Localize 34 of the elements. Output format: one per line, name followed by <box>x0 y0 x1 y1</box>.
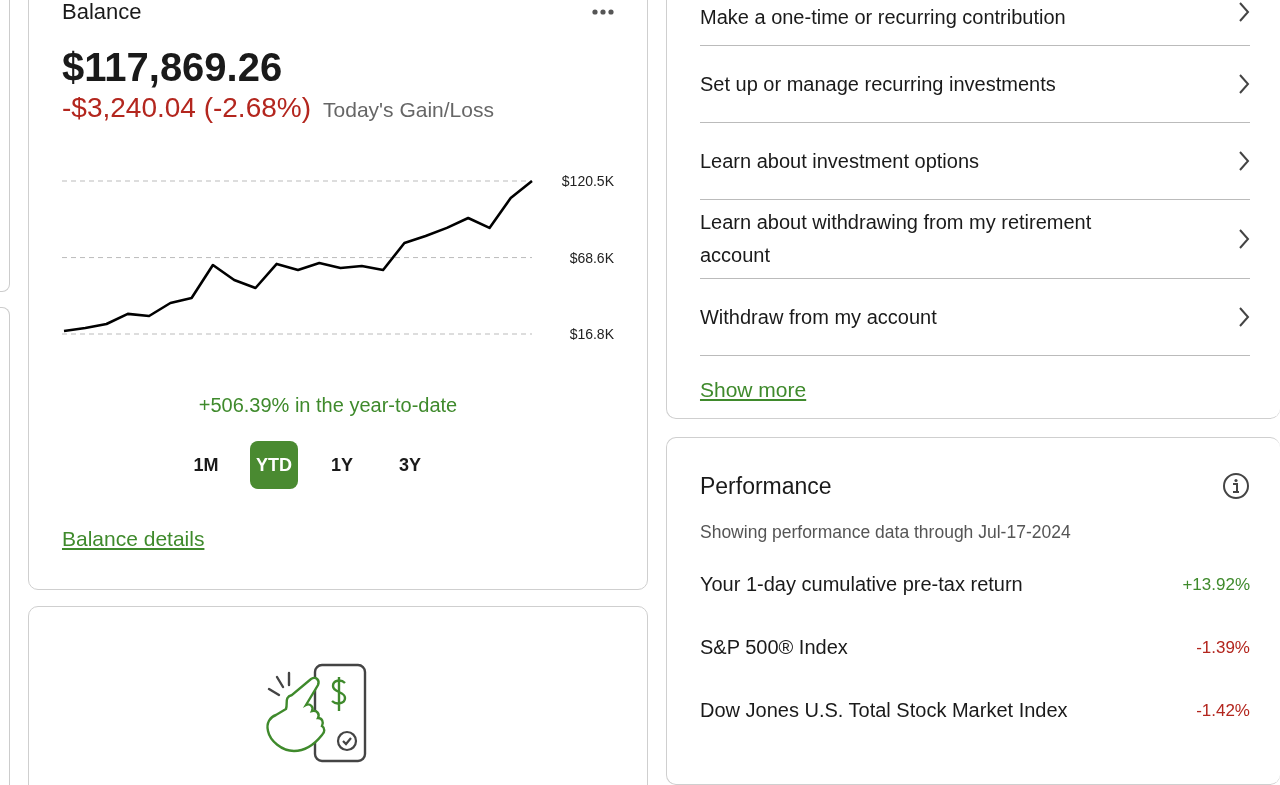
axis-label: $120.5K <box>561 173 614 189</box>
performance-label: S&P 500® Index <box>700 636 848 659</box>
action-item[interactable]: Set up or manage recurring investments <box>700 46 1250 123</box>
range-tab[interactable]: 1M <box>182 441 230 489</box>
performance-label: Your 1-day cumulative pre-tax return <box>700 573 1023 596</box>
card-title: Balance <box>62 0 142 25</box>
change-label: Today's Gain/Loss <box>323 98 494 122</box>
ytd-summary: +506.39% in the year-to-date <box>197 394 459 417</box>
action-item[interactable]: Learn about withdrawing from my retirement account <box>700 200 1250 279</box>
range-tab[interactable]: 3Y <box>386 441 434 489</box>
range-tab[interactable]: 1Y <box>318 441 366 489</box>
chevron-right-icon <box>1238 1 1250 23</box>
action-item[interactable]: Make a one-time or recurring contribution <box>700 0 1250 46</box>
show-more-link[interactable]: Show more <box>700 378 807 402</box>
info-icon[interactable] <box>1222 472 1250 500</box>
balance-details-link[interactable]: Balance details <box>62 527 205 551</box>
axis-label: $68.6K <box>569 249 614 266</box>
performance-value: -1.39% <box>1196 637 1250 658</box>
action-item[interactable]: Learn about investment options <box>700 123 1250 200</box>
axis-label: $16.8K <box>569 326 614 342</box>
chevron-right-icon <box>1238 306 1250 328</box>
range-tab[interactable]: YTD <box>250 441 298 489</box>
performance-note: Showing performance data through Jul-17-2024 <box>700 522 1072 543</box>
performance-value: +13.92% <box>1182 574 1250 595</box>
performance-label: Dow Jones U.S. Total Stock Market Index <box>700 699 1068 722</box>
chevron-right-icon <box>1238 150 1250 172</box>
chevron-right-icon <box>1238 73 1250 95</box>
action-item[interactable]: Withdraw from my account <box>700 279 1250 356</box>
performance-value: -1.42% <box>1196 700 1250 721</box>
chevron-right-icon <box>1238 228 1250 250</box>
more-options-icon[interactable] <box>592 9 614 15</box>
balance-amount: $117,869.26 <box>62 45 284 90</box>
card-title: Performance <box>700 472 832 500</box>
daily-change: -$3,240.04 (-2.68%) <box>62 92 312 124</box>
